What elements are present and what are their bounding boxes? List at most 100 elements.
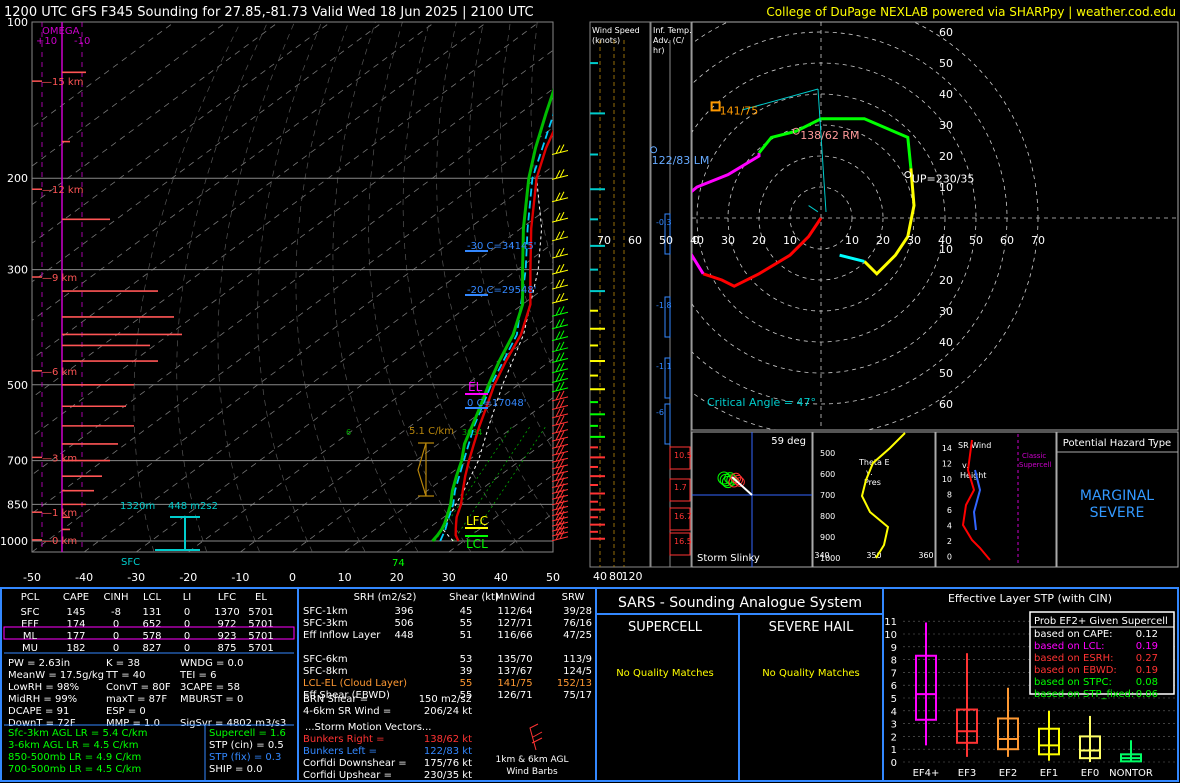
theta-tick: 700	[820, 491, 835, 500]
parcel-cell: MU	[22, 643, 38, 654]
stp-category: NONTOR	[1109, 768, 1153, 779]
sars-msg2: No Quality Matches	[762, 668, 860, 679]
sars-col2: SEVERE HAIL	[769, 620, 854, 635]
composite-index: SHIP = 0.0	[209, 764, 263, 775]
kinematic-srw: 75/17	[563, 690, 592, 701]
vector-value: 230/35 kt	[424, 770, 472, 781]
parcel-cell: 131	[142, 607, 161, 618]
critical-angle-label: Critical Angle = 47°	[707, 396, 816, 409]
parcel-cell: 0	[113, 619, 119, 630]
stp-y-tick: 3	[891, 720, 897, 731]
stp-prob-title: Prob EF2+ Given Supercell	[1034, 616, 1168, 627]
temp-adv-value: 16.7	[674, 512, 692, 521]
kinematic-srw: 113/9	[563, 654, 592, 665]
theta-tick: 900	[820, 533, 835, 542]
kinematic-srw: 124/5	[563, 666, 592, 677]
temp-tick-label: 30	[442, 571, 456, 584]
index-col3: MBURST = 0	[180, 694, 243, 705]
srwind-tick: 10	[942, 475, 952, 484]
kinematic-shear: 55	[460, 678, 473, 689]
srwind-classic: Classic	[1022, 452, 1046, 460]
hodo-y-label: 20	[939, 150, 953, 163]
storm-motion-title: ...Storm Motion Vectors...	[305, 722, 431, 733]
parcel-cell: 875	[217, 643, 236, 654]
stp-y-tick: 2	[891, 732, 897, 743]
index-col2: maxT = 87F	[106, 694, 167, 705]
hodo-x-label: 20	[876, 234, 890, 247]
srwind-tick: 6	[947, 506, 952, 515]
hodo-y-label: 60	[939, 26, 953, 39]
stp-prob-label: based on CAPE:	[1034, 629, 1113, 640]
kinematic-srh: 396	[394, 606, 413, 617]
height-label: —6 km	[42, 367, 77, 378]
hodo-y-label: 30	[939, 305, 953, 318]
parcel-header: CAPE	[63, 592, 89, 603]
stp-prob-label: based on STP_fixed:	[1034, 689, 1134, 700]
omega-tick-neg: -10	[74, 36, 90, 47]
index-col2: ESP = 0	[106, 706, 146, 717]
pressure-tick-label: 700	[7, 455, 28, 468]
index-col1: DCAPE = 91	[8, 706, 69, 717]
vector-label: Bunkers Left =	[303, 746, 377, 757]
hodo-point-label: 122/83 LM	[652, 154, 710, 167]
kinematic-srw: 76/16	[563, 618, 592, 629]
srwind-value: 206/24 kt	[424, 706, 472, 717]
hazard-title: Potential Hazard Type	[1063, 438, 1171, 449]
theta-tick: 500	[820, 449, 835, 458]
srwind-title-3: Height	[960, 471, 986, 480]
temp-tick-label: -50	[23, 571, 41, 584]
srwind-tick: 4	[947, 522, 952, 531]
parcel-cell: 182	[66, 643, 85, 654]
kinematic-shear: 51	[460, 630, 473, 641]
temp-adv-value: 10.5	[674, 451, 692, 460]
hodo-x-label: 70	[1031, 234, 1045, 247]
index-col3: 3CAPE = 58	[180, 682, 240, 693]
stp-y-tick: 5	[891, 694, 897, 705]
stp-y-tick: 7	[891, 668, 897, 679]
height-label: —12 km	[42, 185, 83, 196]
parcel-cell: 578	[142, 631, 161, 642]
parcel-cell: 652	[142, 619, 161, 630]
srwind-tick: 0	[947, 553, 952, 562]
stp-prob-label: based on ESRH:	[1034, 653, 1114, 664]
kinematic-srh: 448	[394, 630, 413, 641]
hodo-x-label: 50	[969, 234, 983, 247]
hodo-y-label: 40	[939, 88, 953, 101]
parcel-cell: -8	[111, 607, 121, 618]
slinky-title: Storm Slinky	[697, 553, 760, 564]
brn-label: BRN Shear =	[303, 694, 368, 705]
credit-text: College of DuPage NEXLAB powered via SHA…	[766, 5, 1176, 19]
parcel-cell: 0	[113, 643, 119, 654]
height-label: —3 km	[42, 453, 77, 464]
srwind-classic-2: Supercell	[1019, 461, 1051, 469]
barb-caption-2: Wind Barbs	[506, 767, 558, 777]
stp-category: EF4+	[913, 768, 940, 779]
temp-adv-value: -1.1	[656, 362, 672, 371]
stp-y-tick: 11	[884, 617, 897, 628]
temp-adv-value: 1.7	[674, 483, 687, 492]
surface-td-label: 74	[392, 558, 405, 569]
temp-adv-value: -0.3	[656, 218, 672, 227]
kinematic-header: SRH (m2/s2)	[354, 592, 417, 603]
hodo-x-label: 40	[690, 234, 704, 247]
stp-category: EF2	[999, 768, 1017, 779]
stp-category: EF1	[1040, 768, 1058, 779]
hodo-y-label: 60	[939, 398, 953, 411]
hodo-y-label: 30	[939, 119, 953, 132]
hodo-x-label: 50	[659, 234, 673, 247]
temp-tick-label: 10	[338, 571, 352, 584]
stp-category: EF0	[1081, 768, 1099, 779]
stp-title: Effective Layer STP (with CIN)	[948, 592, 1112, 605]
temp-tick-label: -10	[231, 571, 249, 584]
index-col2: ConvT = 80F	[106, 682, 171, 693]
srwind-tick: 14	[942, 444, 952, 453]
kinematic-srw: 152/13	[557, 678, 592, 689]
hodo-x-label: 20	[752, 234, 766, 247]
pressure-tick-label: 850	[7, 498, 28, 511]
parcel-header: PCL	[21, 592, 40, 603]
index-col3: WNDG = 0.0	[180, 658, 243, 669]
stp-prob-value: 0.19	[1136, 665, 1158, 676]
temp-tick-label: -40	[75, 571, 93, 584]
parcel-cell: 5701	[248, 607, 273, 618]
composite-index: Supercell = 1.6	[209, 728, 286, 739]
